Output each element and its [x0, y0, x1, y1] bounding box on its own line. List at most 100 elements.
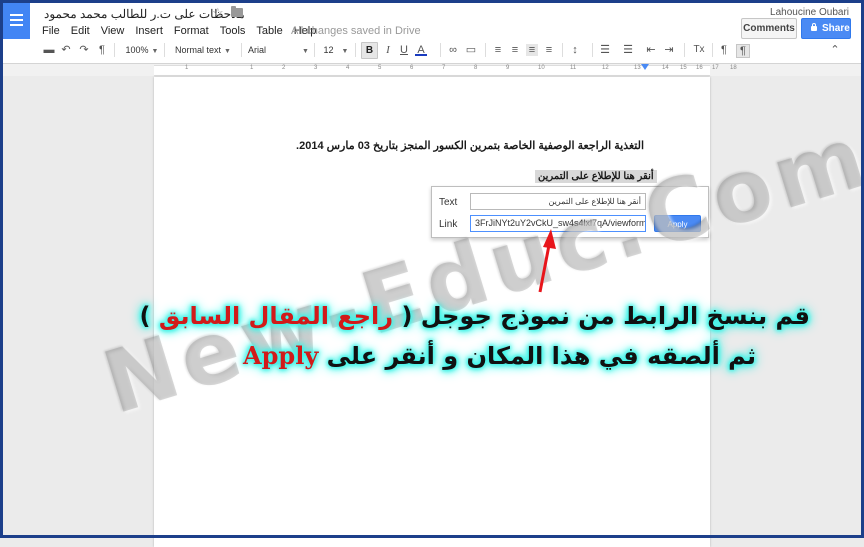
- save-status: All changes saved in Drive: [291, 25, 421, 37]
- zoom-select[interactable]: 100% ▼: [124, 40, 160, 60]
- ruler-number: 12: [602, 65, 609, 71]
- menu-view[interactable]: View: [101, 25, 125, 37]
- toolbar-divider: [241, 43, 242, 57]
- align-justify-icon[interactable]: ≡: [543, 44, 555, 56]
- toolbar-divider: [592, 43, 593, 57]
- menu-insert[interactable]: Insert: [135, 25, 163, 37]
- ruler-scale: [154, 65, 710, 76]
- caption-text: ثم ألصقه في هذا المكان و أنقر على: [326, 342, 756, 370]
- style-value: Normal text: [175, 45, 222, 55]
- caption-text: قم بنسخ الرابط من نموذج جوجل (: [401, 302, 810, 330]
- bulleted-list-icon[interactable]: ☰: [622, 44, 634, 56]
- text-label: Text: [439, 197, 458, 208]
- ruler-number: 17: [712, 65, 719, 71]
- comment-icon[interactable]: ▭: [465, 44, 477, 56]
- menu-edit[interactable]: Edit: [71, 25, 90, 37]
- ruler-number: 11: [570, 65, 577, 71]
- underline-button[interactable]: U: [398, 44, 410, 56]
- toolbar-divider: [114, 43, 115, 57]
- menu-format[interactable]: Format: [174, 25, 209, 37]
- ruler-number: 18: [730, 65, 737, 71]
- toolbar-divider: [684, 43, 685, 57]
- caption-text: ): [139, 302, 151, 330]
- decrease-indent-icon[interactable]: ⇤: [645, 44, 657, 56]
- toolbar-divider: [164, 43, 165, 57]
- star-icon[interactable]: ☆: [212, 5, 224, 21]
- font-size-value: 12: [323, 45, 334, 55]
- document-heading: التغذية الراجعة الوصفية الخاصة بتمرين ال…: [296, 140, 644, 152]
- share-button[interactable]: Share: [801, 18, 851, 39]
- link-url-input[interactable]: 3FrJiNYt2uY2vCkU_sw4s4lxl7qA/viewform: [470, 215, 646, 232]
- line-spacing-icon[interactable]: ↕: [569, 44, 581, 56]
- align-left-icon[interactable]: ≡: [492, 44, 504, 56]
- ruler-number: 3: [314, 65, 318, 71]
- link-text-input[interactable]: أنقر هنا للإطلاع على التمرين: [470, 193, 646, 210]
- style-select[interactable]: Normal text ▼: [171, 40, 235, 60]
- toolbar-divider: [355, 43, 356, 57]
- menu-tools[interactable]: Tools: [220, 25, 246, 37]
- text-color-button[interactable]: A: [415, 44, 427, 56]
- zoom-value: 100%: [125, 45, 149, 55]
- print-icon[interactable]: ▬: [43, 44, 55, 56]
- rtl-icon[interactable]: ¶: [736, 44, 750, 58]
- ruler-number: 5: [378, 65, 382, 71]
- align-center-icon[interactable]: ≡: [509, 44, 521, 56]
- font-value: Arial: [248, 45, 267, 55]
- ruler-number: 8: [474, 65, 478, 71]
- ruler-number: 16: [696, 65, 703, 71]
- bold-button[interactable]: B: [361, 42, 378, 59]
- increase-indent-icon[interactable]: ⇥: [663, 44, 675, 56]
- ruler-number: 6: [410, 65, 414, 71]
- folder-icon[interactable]: [231, 6, 243, 17]
- ruler-number: 4: [346, 65, 350, 71]
- app-header: ملاحظات على ت.ر للطالب محمد محمود ☆ File…: [0, 0, 864, 64]
- chevron-down-icon: ▼: [151, 48, 159, 55]
- instruction-caption-line-1: قم بنسخ الرابط من نموذج جوجل ( راجع المق…: [140, 302, 810, 330]
- menu-file[interactable]: File: [42, 25, 60, 37]
- chevron-down-icon: ▼: [224, 48, 231, 55]
- toolbar-divider: [485, 43, 486, 57]
- ruler-number: 10: [538, 65, 545, 71]
- ruler-number: 7: [442, 65, 446, 71]
- ruler-number: 9: [506, 65, 510, 71]
- ruler-number: 13: [634, 65, 641, 71]
- font-size-select[interactable]: 12 ▼: [322, 40, 350, 60]
- toolbar-divider: [562, 43, 563, 57]
- user-name[interactable]: Lahoucine Oubari: [770, 7, 849, 18]
- redo-icon[interactable]: ↷: [78, 44, 90, 56]
- italic-button[interactable]: I: [382, 44, 394, 56]
- link-popup: Text أنقر هنا للإطلاع على التمرين Link 3…: [431, 186, 709, 238]
- menu-bar: File Edit View Insert Format Tools Table…: [42, 25, 327, 37]
- comments-button[interactable]: Comments: [741, 18, 797, 39]
- ruler: 1 1 2 3 4 5 6 7 8 9 10 11 12 13 14 15 16…: [0, 64, 864, 76]
- lock-icon: [811, 23, 817, 31]
- ltr-icon[interactable]: ¶: [718, 44, 730, 56]
- menu-table[interactable]: Table: [256, 25, 282, 37]
- ruler-number: 2: [282, 65, 286, 71]
- apply-button[interactable]: Apply: [654, 215, 701, 232]
- ruler-number: 14: [662, 65, 669, 71]
- link-label: Link: [439, 219, 458, 230]
- docs-logo-icon[interactable]: [3, 3, 30, 39]
- chevron-down-icon: ▼: [302, 48, 309, 55]
- numbered-list-icon[interactable]: ☰: [599, 44, 611, 56]
- ruler-number: 15: [680, 65, 687, 71]
- caption-highlight: Apply: [243, 341, 319, 370]
- link-icon[interactable]: ∞: [447, 44, 459, 56]
- align-right-icon[interactable]: ≡: [526, 44, 538, 56]
- collapse-icon[interactable]: ⌃: [829, 44, 841, 56]
- instruction-caption-line-2: ثم ألصقه في هذا المكان و أنقر على Apply: [243, 341, 756, 370]
- indent-marker[interactable]: [641, 64, 649, 70]
- undo-icon[interactable]: ↶: [60, 44, 72, 56]
- document-link[interactable]: أنقر هنا للإطلاع على التمرين: [535, 170, 657, 183]
- font-select[interactable]: Arial ▼: [248, 40, 309, 60]
- caption-highlight: راجع المقال السابق: [158, 302, 394, 330]
- ruler-number: 1: [250, 65, 254, 71]
- toolbar-divider: [712, 43, 713, 57]
- share-label: Share: [822, 23, 850, 34]
- toolbar: ▬ ↶ ↷ ¶ 100% ▼ Normal text ▼ Arial ▼ 12 ▼ I …: [0, 40, 864, 62]
- clear-formatting-button[interactable]: Tx: [693, 44, 705, 56]
- paint-format-icon[interactable]: ¶: [96, 44, 108, 56]
- toolbar-divider: [440, 43, 441, 57]
- chevron-down-icon: ▼: [341, 48, 349, 55]
